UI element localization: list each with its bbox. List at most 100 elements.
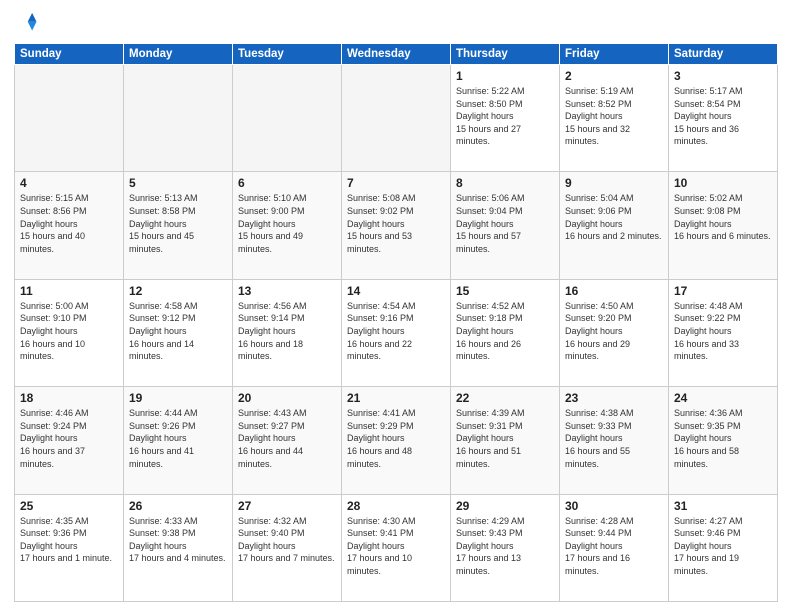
day-cell: [124, 65, 233, 172]
day-info: Sunrise: 5:19 AMSunset: 8:52 PMDaylight …: [565, 85, 663, 148]
day-number: 26: [129, 499, 227, 513]
day-info: Sunrise: 4:33 AMSunset: 9:38 PMDaylight …: [129, 515, 227, 565]
day-cell: 23 Sunrise: 4:38 AMSunset: 9:33 PMDayligh…: [560, 387, 669, 494]
day-info: Sunrise: 4:39 AMSunset: 9:31 PMDaylight …: [456, 407, 554, 470]
day-cell: 26 Sunrise: 4:33 AMSunset: 9:38 PMDayligh…: [124, 494, 233, 601]
weekday-header-sunday: Sunday: [15, 44, 124, 65]
day-cell: 12 Sunrise: 4:58 AMSunset: 9:12 PMDayligh…: [124, 279, 233, 386]
weekday-header-monday: Monday: [124, 44, 233, 65]
day-info: Sunrise: 5:15 AMSunset: 8:56 PMDaylight …: [20, 192, 118, 255]
day-cell: 3Sunrise: 5:17 AMSunset: 8:54 PMDaylight…: [669, 65, 778, 172]
day-number: 30: [565, 499, 663, 513]
day-cell: 20Sunrise: 4:43 AMSunset: 9:27 PMDayligh…: [233, 387, 342, 494]
week-row-4: 18 Sunrise: 4:46 AMSunset: 9:24 PMDayligh…: [15, 387, 778, 494]
day-number: 23: [565, 391, 663, 405]
day-info: Sunrise: 4:32 AMSunset: 9:40 PMDaylight …: [238, 515, 336, 565]
day-number: 10: [674, 176, 772, 190]
day-cell: 7Sunrise: 5:08 AMSunset: 9:02 PMDaylight…: [342, 172, 451, 279]
day-info: Sunrise: 4:27 AMSunset: 9:46 PMDaylight …: [674, 515, 772, 578]
day-cell: 29 Sunrise: 4:29 AMSunset: 9:43 PMDayligh…: [451, 494, 560, 601]
day-number: 29: [456, 499, 554, 513]
day-number: 17: [674, 284, 772, 298]
day-number: 16: [565, 284, 663, 298]
day-cell: 27Sunrise: 4:32 AMSunset: 9:40 PMDayligh…: [233, 494, 342, 601]
day-info: Sunrise: 4:46 AMSunset: 9:24 PMDaylight …: [20, 407, 118, 470]
day-cell: 22 Sunrise: 4:39 AMSunset: 9:31 PMDayligh…: [451, 387, 560, 494]
day-number: 25: [20, 499, 118, 513]
day-cell: 1 Sunrise: 5:22 AMSunset: 8:50 PMDaylight…: [451, 65, 560, 172]
day-cell: 21 Sunrise: 4:41 AMSunset: 9:29 PMDayligh…: [342, 387, 451, 494]
day-number: 22: [456, 391, 554, 405]
day-number: 18: [20, 391, 118, 405]
day-info: Sunrise: 4:52 AMSunset: 9:18 PMDaylight …: [456, 300, 554, 363]
day-info: Sunrise: 5:13 AMSunset: 8:58 PMDaylight …: [129, 192, 227, 255]
day-number: 11: [20, 284, 118, 298]
day-cell: 4 Sunrise: 5:15 AMSunset: 8:56 PMDaylight…: [15, 172, 124, 279]
day-number: 5: [129, 176, 227, 190]
day-cell: 24 Sunrise: 4:36 AMSunset: 9:35 PMDayligh…: [669, 387, 778, 494]
day-cell: 19 Sunrise: 4:44 AMSunset: 9:26 PMDayligh…: [124, 387, 233, 494]
day-info: Sunrise: 4:56 AMSunset: 9:14 PMDaylight …: [238, 300, 336, 363]
day-number: 3: [674, 69, 772, 83]
logo: [14, 10, 42, 37]
day-number: 9: [565, 176, 663, 190]
day-cell: 25Sunrise: 4:35 AMSunset: 9:36 PMDayligh…: [15, 494, 124, 601]
day-cell: 10Sunrise: 5:02 AMSunset: 9:08 PMDayligh…: [669, 172, 778, 279]
day-info: Sunrise: 4:29 AMSunset: 9:43 PMDaylight …: [456, 515, 554, 578]
calendar-page: SundayMondayTuesdayWednesdayThursdayFrid…: [0, 0, 792, 612]
day-cell: 13 Sunrise: 4:56 AMSunset: 9:14 PMDayligh…: [233, 279, 342, 386]
day-cell: [233, 65, 342, 172]
calendar-table: SundayMondayTuesdayWednesdayThursdayFrid…: [14, 43, 778, 602]
day-cell: 17 Sunrise: 4:48 AMSunset: 9:22 PMDayligh…: [669, 279, 778, 386]
day-info: Sunrise: 4:44 AMSunset: 9:26 PMDaylight …: [129, 407, 227, 470]
day-cell: 5 Sunrise: 5:13 AMSunset: 8:58 PMDaylight…: [124, 172, 233, 279]
day-number: 31: [674, 499, 772, 513]
day-info: Sunrise: 4:30 AMSunset: 9:41 PMDaylight …: [347, 515, 445, 578]
day-cell: 6 Sunrise: 5:10 AMSunset: 9:00 PMDaylight…: [233, 172, 342, 279]
day-info: Sunrise: 4:28 AMSunset: 9:44 PMDaylight …: [565, 515, 663, 578]
week-row-1: 1 Sunrise: 5:22 AMSunset: 8:50 PMDaylight…: [15, 65, 778, 172]
day-number: 28: [347, 499, 445, 513]
day-info: Sunrise: 4:36 AMSunset: 9:35 PMDaylight …: [674, 407, 772, 470]
day-number: 4: [20, 176, 118, 190]
day-info: Sunrise: 5:10 AMSunset: 9:00 PMDaylight …: [238, 192, 336, 255]
day-cell: [15, 65, 124, 172]
day-number: 12: [129, 284, 227, 298]
day-cell: 8Sunrise: 5:06 AMSunset: 9:04 PMDaylight…: [451, 172, 560, 279]
weekday-header-wednesday: Wednesday: [342, 44, 451, 65]
day-info: Sunrise: 4:38 AMSunset: 9:33 PMDaylight …: [565, 407, 663, 470]
day-number: 2: [565, 69, 663, 83]
day-info: Sunrise: 4:58 AMSunset: 9:12 PMDaylight …: [129, 300, 227, 363]
calendar-body: 1 Sunrise: 5:22 AMSunset: 8:50 PMDaylight…: [15, 65, 778, 602]
week-row-5: 25Sunrise: 4:35 AMSunset: 9:36 PMDayligh…: [15, 494, 778, 601]
weekday-header-thursday: Thursday: [451, 44, 560, 65]
day-cell: 15Sunrise: 4:52 AMSunset: 9:18 PMDayligh…: [451, 279, 560, 386]
day-info: Sunrise: 4:48 AMSunset: 9:22 PMDaylight …: [674, 300, 772, 363]
day-number: 21: [347, 391, 445, 405]
day-number: 19: [129, 391, 227, 405]
day-cell: 14Sunrise: 4:54 AMSunset: 9:16 PMDayligh…: [342, 279, 451, 386]
weekday-header-saturday: Saturday: [669, 44, 778, 65]
day-info: Sunrise: 5:04 AMSunset: 9:06 PMDaylight …: [565, 192, 663, 242]
day-info: Sunrise: 4:50 AMSunset: 9:20 PMDaylight …: [565, 300, 663, 363]
day-cell: 30 Sunrise: 4:28 AMSunset: 9:44 PMDayligh…: [560, 494, 669, 601]
day-number: 24: [674, 391, 772, 405]
logo-icon: [16, 10, 38, 32]
day-info: Sunrise: 4:43 AMSunset: 9:27 PMDaylight …: [238, 407, 336, 470]
day-number: 6: [238, 176, 336, 190]
day-info: Sunrise: 5:22 AMSunset: 8:50 PMDaylight …: [456, 85, 554, 148]
day-cell: [342, 65, 451, 172]
day-cell: 18 Sunrise: 4:46 AMSunset: 9:24 PMDayligh…: [15, 387, 124, 494]
day-cell: 31 Sunrise: 4:27 AMSunset: 9:46 PMDayligh…: [669, 494, 778, 601]
day-info: Sunrise: 5:06 AMSunset: 9:04 PMDaylight …: [456, 192, 554, 255]
day-cell: 9 Sunrise: 5:04 AMSunset: 9:06 PMDaylight…: [560, 172, 669, 279]
weekday-header-tuesday: Tuesday: [233, 44, 342, 65]
day-cell: 28 Sunrise: 4:30 AMSunset: 9:41 PMDayligh…: [342, 494, 451, 601]
weekday-header-friday: Friday: [560, 44, 669, 65]
day-number: 13: [238, 284, 336, 298]
day-info: Sunrise: 4:41 AMSunset: 9:29 PMDaylight …: [347, 407, 445, 470]
day-number: 7: [347, 176, 445, 190]
day-cell: 2 Sunrise: 5:19 AMSunset: 8:52 PMDaylight…: [560, 65, 669, 172]
day-number: 1: [456, 69, 554, 83]
day-cell: 16 Sunrise: 4:50 AMSunset: 9:20 PMDayligh…: [560, 279, 669, 386]
